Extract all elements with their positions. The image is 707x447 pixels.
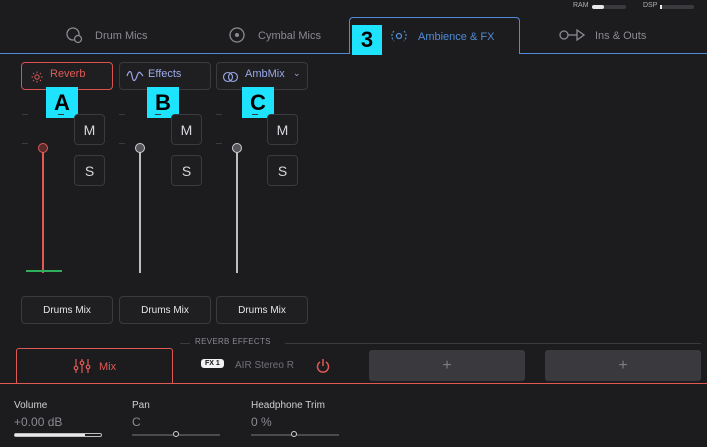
- volume-value[interactable]: +0.00 dB: [14, 415, 62, 429]
- ambmix-channel-button[interactable]: AmbMix ⌄: [216, 62, 308, 90]
- volume-slider[interactable]: [14, 433, 102, 437]
- cymbal-icon: [229, 27, 245, 43]
- fader-knob[interactable]: [135, 143, 145, 153]
- scale-tick: [58, 114, 64, 115]
- add-fx-slot-button[interactable]: +: [369, 350, 525, 381]
- scale-tick: [119, 143, 125, 144]
- fx-slot-1[interactable]: FX 1 AIR Stereo R: [195, 356, 365, 378]
- scale-tick: [119, 114, 125, 115]
- drum-mic-icon: [66, 27, 83, 44]
- chevron-down-icon[interactable]: ⌄: [293, 68, 301, 79]
- tab-label: Ambience & FX: [418, 31, 495, 43]
- headphone-trim-knob[interactable]: [291, 431, 297, 437]
- solo-button[interactable]: S: [74, 155, 105, 186]
- ambience-icon: [391, 30, 407, 42]
- fx-name: AIR Stereo R: [235, 360, 294, 371]
- mute-button[interactable]: M: [74, 114, 105, 145]
- mute-button[interactable]: M: [267, 114, 298, 145]
- tab-ins-outs[interactable]: Ins & Outs: [555, 18, 685, 52]
- fader-knob[interactable]: [232, 143, 242, 153]
- pan-knob[interactable]: [173, 431, 179, 437]
- callout-3: 3: [352, 25, 382, 55]
- scale-tick: [216, 143, 222, 144]
- ins-outs-icon: [559, 28, 585, 42]
- reverb-channel-button[interactable]: Reverb: [21, 62, 113, 90]
- section-divider: [180, 343, 190, 344]
- dsp-meter: [660, 5, 694, 9]
- scale-tick: [22, 114, 28, 115]
- reverb-sun-icon: [31, 71, 43, 83]
- ram-label: RAM: [573, 2, 589, 9]
- channel-name: AmbMix: [245, 68, 285, 80]
- headphone-trim-label: Headphone Trim: [251, 400, 325, 411]
- tab-cymbal-mics[interactable]: Cymbal Mics: [220, 18, 350, 52]
- scale-tick: [216, 114, 222, 115]
- headphone-trim-value[interactable]: 0 %: [251, 415, 272, 429]
- ambmix-rings-icon: [222, 71, 239, 83]
- channel-name: Reverb: [50, 68, 86, 80]
- reverb-effects-label: REVERB EFFECTS: [195, 337, 271, 346]
- tab-label: Ins & Outs: [595, 30, 647, 42]
- level-meter: [26, 270, 62, 272]
- volume-label: Volume: [14, 400, 48, 411]
- solo-button[interactable]: S: [267, 155, 298, 186]
- section-divider: [285, 343, 701, 344]
- pan-value[interactable]: C: [132, 415, 141, 429]
- mix-label: Mix: [99, 361, 117, 373]
- tab-label: Cymbal Mics: [258, 30, 321, 42]
- scale-tick: [252, 114, 258, 115]
- ram-meter: [592, 5, 626, 9]
- add-fx-slot-button[interactable]: +: [545, 350, 701, 381]
- effects-channel-button[interactable]: Effects: [119, 62, 211, 90]
- effects-wave-icon: [126, 70, 144, 82]
- fader-track: [236, 149, 238, 273]
- mix-underline: [0, 383, 707, 384]
- tab-drum-mics[interactable]: Drum Mics: [55, 18, 195, 52]
- tabbar-divider: [0, 53, 349, 54]
- mix-button[interactable]: Mix: [16, 348, 173, 384]
- output-routing-button[interactable]: Drums Mix: [216, 296, 308, 324]
- scale-tick: [22, 143, 28, 144]
- channel-name: Effects: [148, 68, 182, 80]
- mixer-sliders-icon: [73, 359, 91, 373]
- pan-label: Pan: [132, 400, 150, 411]
- power-icon[interactable]: [316, 358, 330, 374]
- scale-tick: [155, 114, 161, 115]
- fader-track: [139, 149, 141, 273]
- tab-label: Drum Mics: [95, 30, 148, 42]
- dsp-label: DSP: [643, 2, 658, 9]
- fx-badge: FX 1: [201, 359, 224, 368]
- fader-track: [42, 149, 44, 273]
- solo-button[interactable]: S: [171, 155, 202, 186]
- output-routing-button[interactable]: Drums Mix: [21, 296, 113, 324]
- mute-button[interactable]: M: [171, 114, 202, 145]
- tabbar-divider: [520, 53, 707, 54]
- fader-knob[interactable]: [38, 143, 48, 153]
- output-routing-button[interactable]: Drums Mix: [119, 296, 211, 324]
